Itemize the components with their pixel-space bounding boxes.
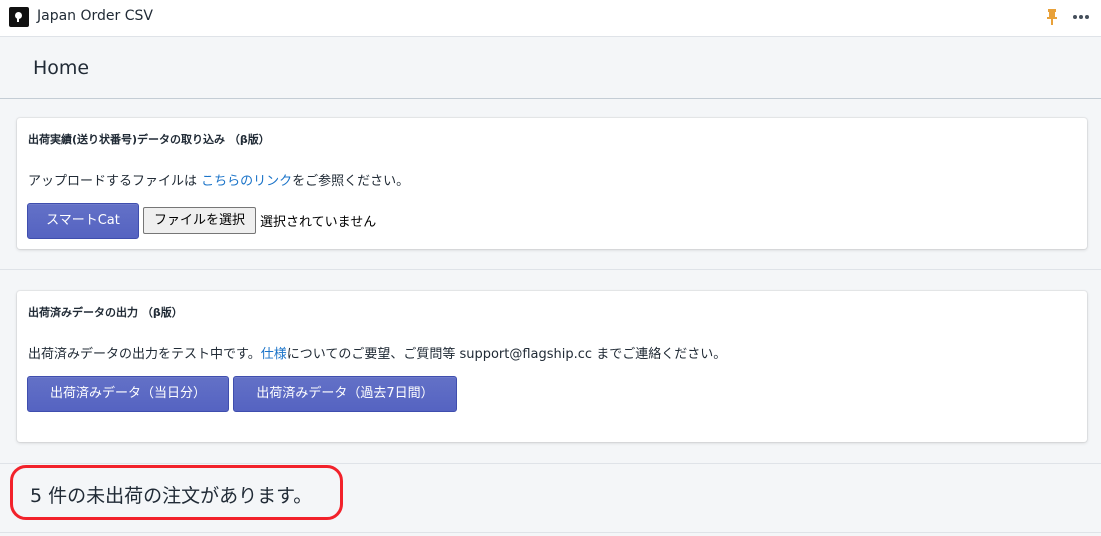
app-bar: Japan Order CSV <box>0 0 1101 37</box>
export-card-title: 出荷済みデータの出力 （β版） <box>28 306 183 319</box>
more-horizontal-icon[interactable] <box>1071 8 1091 26</box>
section-divider <box>0 463 1101 464</box>
page-title: Home <box>33 57 90 79</box>
pin-icon[interactable] <box>1045 8 1059 26</box>
spec-link[interactable]: 仕様 <box>261 347 287 362</box>
import-text-before: アップロードするファイルは <box>28 174 202 189</box>
import-card: 出荷実績(送り状番号)データの取り込み （β版） アップロードするファイルは こ… <box>17 118 1087 249</box>
reference-link[interactable]: こちらのリンク <box>201 174 292 189</box>
import-card-title: 出荷実績(送り状番号)データの取り込み （β版） <box>28 133 270 146</box>
section-divider <box>0 269 1101 270</box>
choose-file-button[interactable]: ファイルを選択 <box>143 207 256 234</box>
export-card: 出荷済みデータの出力 （β版） 出荷済みデータの出力をテスト中です。仕様について… <box>17 291 1087 442</box>
import-text-after: をご参照ください。 <box>292 174 410 189</box>
page-header: Home <box>0 37 1101 99</box>
app-logo-icon <box>9 7 29 27</box>
export-week-button[interactable]: 出荷済みデータ（過去7日間） <box>233 376 457 412</box>
unshipped-orders-text: 5 件の未出荷の注文があります。 <box>30 485 313 507</box>
unshipped-orders-highlight: 5 件の未出荷の注文があります。 <box>10 465 343 520</box>
export-card-description: 出荷済みデータの出力をテスト中です。仕様についてのご要望、ご質問等 suppor… <box>28 343 726 362</box>
export-today-button[interactable]: 出荷済みデータ（当日分） <box>27 376 229 412</box>
file-status-text: 選択されていません <box>260 215 377 230</box>
section-divider <box>0 532 1101 533</box>
app-title: Japan Order CSV <box>37 8 153 24</box>
smart-cat-button[interactable]: スマートCat <box>27 203 139 239</box>
export-text-after: についてのご要望、ご質問等 support@flagship.cc までご連絡く… <box>286 347 727 362</box>
export-text-before: 出荷済みデータの出力をテスト中です。 <box>28 347 261 362</box>
import-card-description: アップロードするファイルは こちらのリンクをご参照ください。 <box>28 170 409 189</box>
